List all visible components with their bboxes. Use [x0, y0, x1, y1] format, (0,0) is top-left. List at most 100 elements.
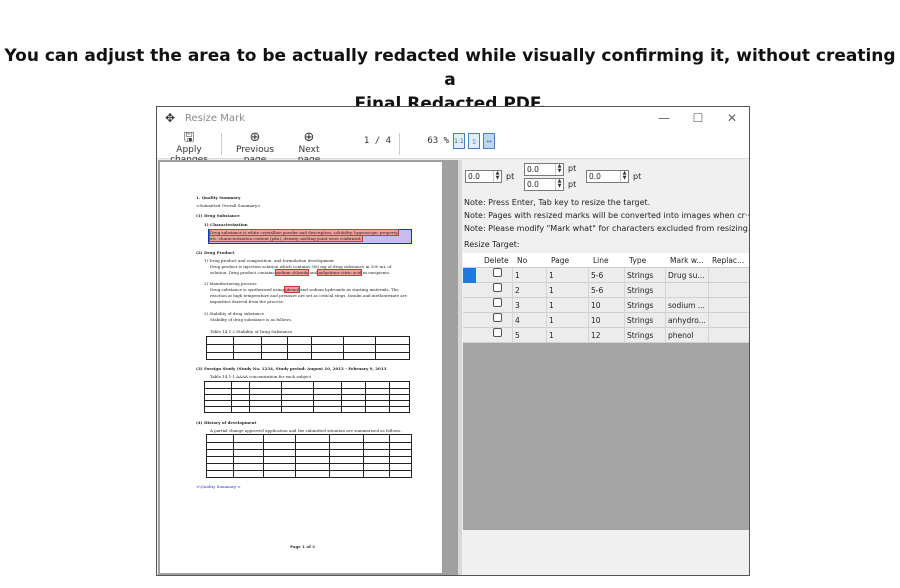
cell-divider — [708, 268, 709, 283]
row-selector[interactable] — [463, 283, 476, 298]
spinner-arrows-icon[interactable]: ▲ ▼ — [555, 164, 563, 175]
top-offset-spinner[interactable]: 0.0 ▲ ▼ — [524, 163, 564, 176]
doc-text-line: Drug substance is synthesized using phen… — [210, 286, 399, 293]
fit-page-icon[interactable]: 1:1 — [453, 133, 465, 149]
row-type: Strings — [627, 286, 654, 295]
column-header-mark-what[interactable]: Mark w... — [670, 253, 706, 268]
cell-divider — [624, 298, 625, 313]
table-rule — [207, 442, 411, 443]
column-header-page[interactable]: Page — [551, 253, 587, 268]
table-rule — [365, 382, 366, 412]
bottom-offset-spinner[interactable]: 0.0 ▲ ▼ — [524, 178, 564, 191]
fit-width-icon[interactable]: ▯ — [468, 133, 480, 149]
doc-heading: (4) History of development — [196, 420, 257, 425]
cell-divider — [665, 328, 666, 343]
row-mark-what[interactable]: Drug su... — [668, 268, 708, 283]
table-rule — [207, 352, 409, 353]
row-mark-what[interactable]: phenol — [668, 328, 708, 343]
row-selector[interactable] — [463, 328, 476, 343]
cell-divider — [512, 283, 513, 298]
row-mark-what[interactable]: anhydro... — [668, 313, 708, 328]
doc-text: Drug product is injection solution which… — [210, 264, 392, 269]
table-row[interactable]: 1 1 5-6 Strings Drug su... — [463, 268, 749, 283]
row-no: 4 — [515, 316, 520, 325]
redacted-text: phenol — [284, 286, 300, 293]
doc-text: 3) Stability of drug substance — [204, 311, 265, 316]
table-row[interactable]: 4 1 10 Strings anhydro... — [463, 313, 749, 328]
resize-mark-window: ✥ Resize Mark — ☐ ✕ 🖫 Apply changes ⊕ Pr… — [156, 106, 750, 576]
row-selector[interactable] — [463, 298, 476, 313]
left-offset-spinner[interactable]: 0.0 ▲ ▼ — [465, 170, 502, 183]
table-rule — [311, 337, 312, 359]
resize-target-label: Resize Target: — [464, 240, 520, 249]
column-header-replace[interactable]: Replac... — [712, 253, 748, 268]
table-rule — [233, 337, 234, 359]
cell-divider — [546, 328, 547, 343]
row-type: Strings — [627, 271, 654, 280]
table-rule — [263, 435, 264, 477]
doc-heading: (1) Drug Substance — [196, 213, 240, 218]
doc-heading: (3) Foreign Study (Study No. 1234, Study… — [196, 366, 387, 371]
quality-summary-link[interactable]: <\Quality Summary > — [196, 484, 241, 489]
spinner-arrows-icon[interactable]: ▲ ▼ — [620, 171, 628, 182]
delete-checkbox[interactable] — [493, 298, 502, 307]
row-page: 1 — [549, 286, 554, 295]
column-header-line[interactable]: Line — [593, 253, 623, 268]
row-page: 1 — [549, 316, 554, 325]
move-icon: ✥ — [165, 111, 176, 125]
note-text: Note: Pages with resized marks will be c… — [464, 211, 750, 220]
column-header-type[interactable]: Type — [629, 253, 665, 268]
doc-text: Stability of drug substance is as follow… — [210, 317, 292, 322]
table-rule — [261, 337, 262, 359]
table-rule — [389, 382, 390, 412]
doc-text: 2) Manufacturing process — [204, 281, 257, 286]
row-type: Strings — [627, 316, 654, 325]
doc-text: Table 14.1-1 AAAA concentration for each… — [210, 374, 312, 379]
table-rule — [207, 470, 411, 471]
unit-label: pt — [633, 172, 642, 181]
table-row[interactable]: 5 1 12 Strings phenol — [463, 328, 749, 343]
row-no: 5 — [515, 331, 520, 340]
table-rule — [389, 435, 390, 477]
page-indicator[interactable]: 1 / 4 — [337, 136, 395, 149]
cell-divider — [546, 313, 547, 328]
history-table — [206, 434, 412, 478]
fit-window-icon[interactable]: ↔ — [483, 133, 495, 149]
row-mark-what[interactable]: sodium ... — [668, 298, 708, 313]
row-no: 2 — [515, 286, 520, 295]
table-rule — [207, 344, 409, 345]
toolbar: 🖫 Apply changes ⊕ Previous page ⊕ Next p… — [157, 129, 749, 165]
cell-divider — [665, 313, 666, 328]
right-offset-spinner[interactable]: 0.0 ▲ ▼ — [586, 170, 629, 183]
cell-divider — [665, 268, 666, 283]
redacted-text: anhydrous citric acid — [317, 269, 363, 276]
delete-checkbox[interactable] — [493, 313, 502, 322]
row-selector[interactable] — [463, 313, 476, 328]
unit-label: pt — [568, 164, 577, 173]
row-selector[interactable] — [463, 268, 476, 283]
cell-divider — [546, 283, 547, 298]
zoom-level[interactable]: 63 % — [409, 136, 449, 149]
close-button[interactable]: ✕ — [715, 111, 749, 125]
cell-divider — [588, 268, 589, 283]
delete-checkbox[interactable] — [493, 328, 502, 337]
delete-checkbox[interactable] — [493, 283, 502, 292]
spinner-arrows-icon[interactable]: ▲ ▼ — [555, 179, 563, 190]
toolbar-separator — [221, 133, 222, 155]
cell-divider — [512, 298, 513, 313]
column-header-no[interactable]: No — [517, 253, 545, 268]
maximize-button[interactable]: ☐ — [681, 111, 715, 125]
delete-checkbox[interactable] — [493, 268, 502, 277]
row-no: 3 — [515, 301, 520, 310]
table-row[interactable]: 2 1 5-6 Strings — [463, 283, 749, 298]
minimize-button[interactable]: — — [647, 111, 681, 125]
unit-label: pt — [568, 180, 577, 189]
column-header-delete[interactable]: Delete — [484, 253, 514, 268]
resize-target-grid: Delete No Page Line Type Mark w... Repla… — [463, 253, 749, 530]
spinner-arrows-icon[interactable]: ▲ ▼ — [493, 171, 501, 182]
table-rule — [295, 435, 296, 477]
cell-divider — [665, 283, 666, 298]
pdf-preview-pane[interactable]: 1. Quality Summary <Submitted Overall Su… — [158, 160, 458, 575]
table-rule — [233, 435, 234, 477]
table-row[interactable]: 3 1 10 Strings sodium ... — [463, 298, 749, 313]
